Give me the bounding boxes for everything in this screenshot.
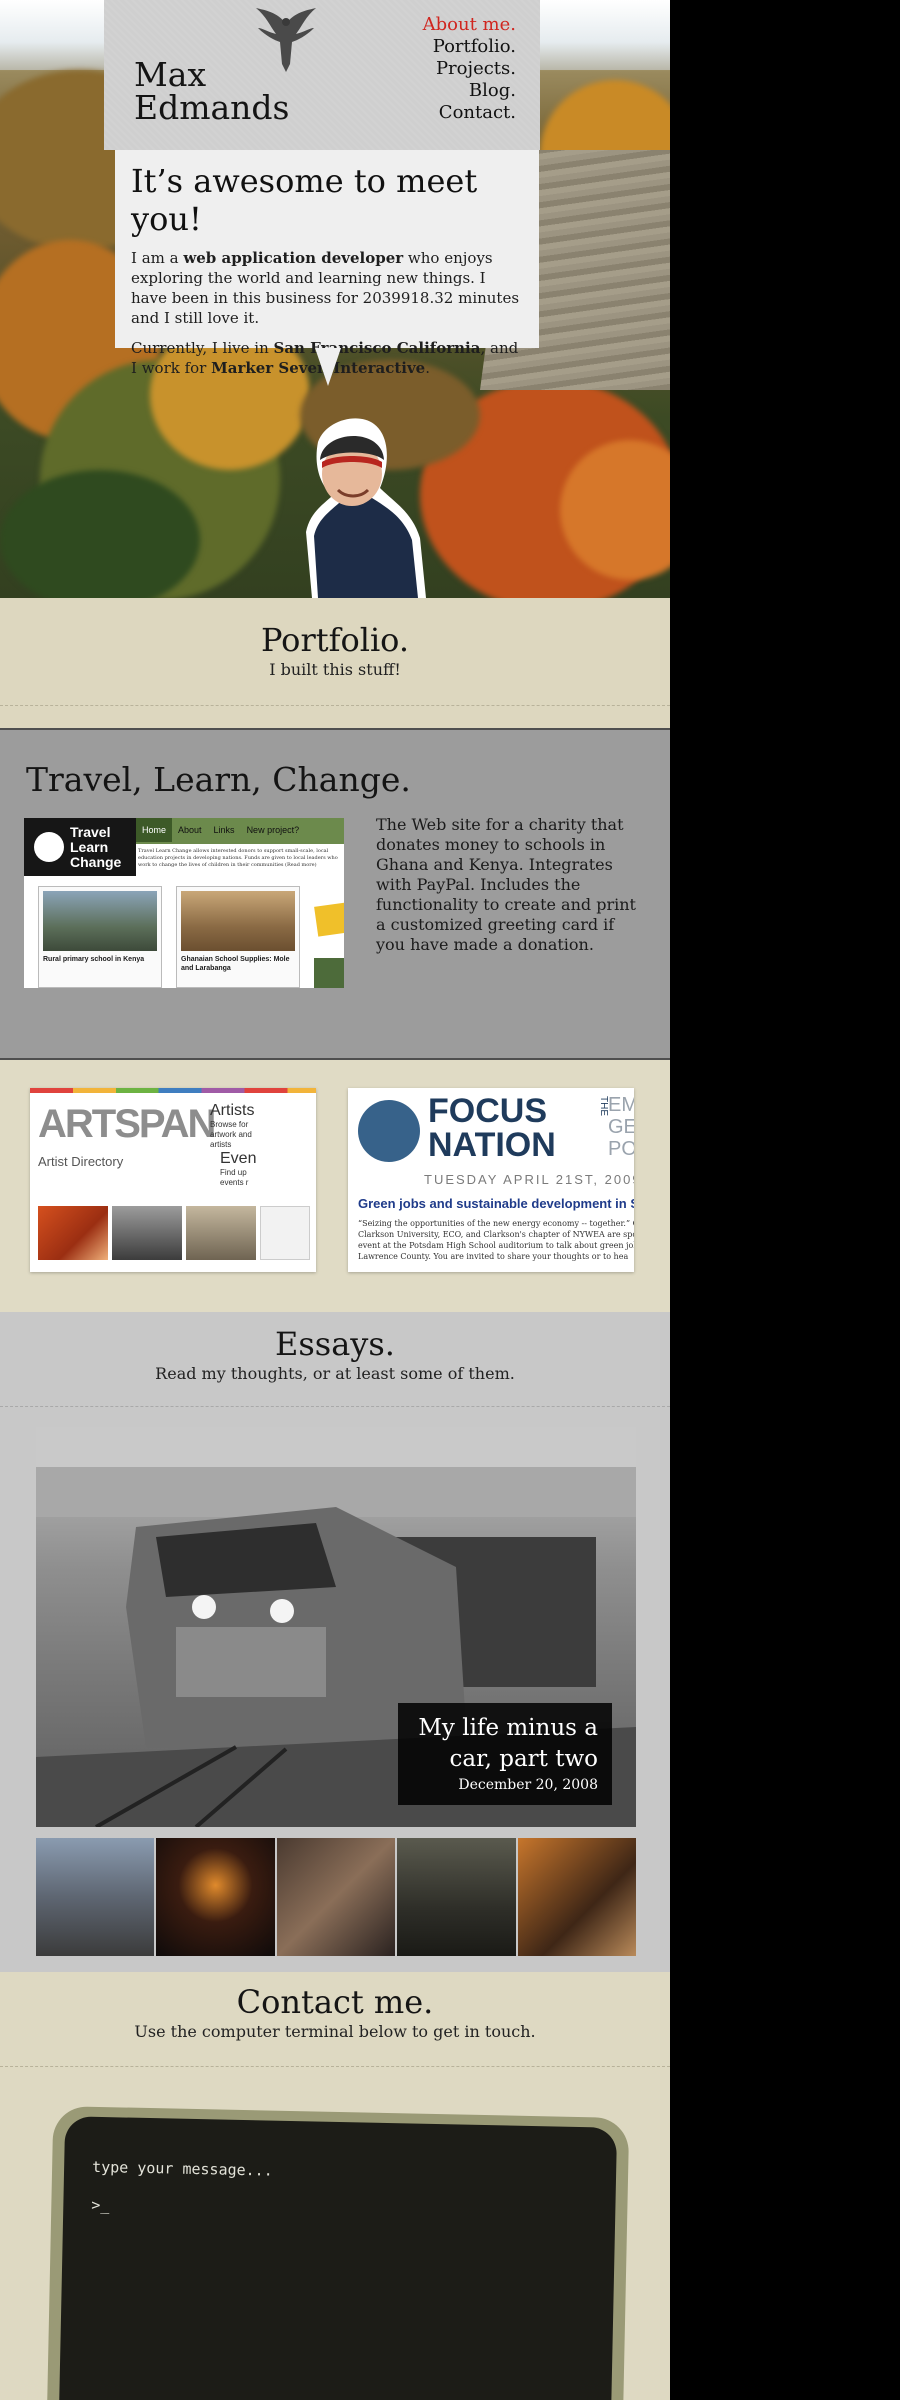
nav-projects[interactable]: Projects. xyxy=(423,58,516,80)
focus-date: TUESDAY APRIL 21ST, 2009 HA xyxy=(424,1172,634,1187)
artist-directory-label: Artist Directory xyxy=(38,1154,124,1169)
logo-line: NATION xyxy=(428,1126,556,1164)
tlc-nav-item: New project? xyxy=(246,825,300,835)
intro-emphasis: web application developer xyxy=(183,249,404,267)
site-name-line2: Edmands xyxy=(134,88,290,127)
project-description: The Web site for a charity that donates … xyxy=(376,815,636,954)
divider xyxy=(0,2066,670,2067)
tlc-card: Ghanaian School Supplies: Mole and Larab… xyxy=(176,886,300,988)
foliage xyxy=(0,470,200,598)
artspan-logo: ARTSPAN xyxy=(38,1102,216,1146)
logo-line: FOCUS xyxy=(428,1092,547,1130)
terminal-input[interactable]: >_ xyxy=(91,2195,587,2225)
site-name[interactable]: Max Edmands xyxy=(134,58,290,124)
featured-essay[interactable]: My life minus a car, part two December 2… xyxy=(36,1427,636,1827)
tlc-intro-text: Travel Learn Change allows interested do… xyxy=(138,848,338,868)
essay-thumb-night[interactable] xyxy=(156,1838,275,1956)
contact-section: Contact me. Use the computer terminal be… xyxy=(0,1972,670,2400)
intro-emphasis: San Francisco California xyxy=(273,339,481,357)
intro-text: Currently, I live in xyxy=(131,339,274,357)
link-label: Even xyxy=(220,1150,257,1167)
divider xyxy=(0,705,670,706)
focus-nation-project-thumb[interactable]: FOCUSNATION THE EMPO GENE POWE TUESDAY A… xyxy=(348,1088,634,1272)
focus-body: “Seizing the opportunities of the new en… xyxy=(358,1219,634,1261)
capitol-seal-icon xyxy=(358,1100,420,1162)
focus-headline: Green jobs and sustainable development i… xyxy=(358,1196,634,1211)
nav-blog[interactable]: Blog. xyxy=(423,80,516,102)
essay-thumb-yarn[interactable] xyxy=(276,1838,396,1956)
side-panel xyxy=(314,958,344,988)
globe-icon xyxy=(34,832,64,862)
hero-section: Max Edmands About me. Portfolio. Project… xyxy=(0,0,670,598)
featured-essay-date: December 20, 2008 xyxy=(458,1777,598,1793)
nav-about[interactable]: About me. xyxy=(423,14,516,36)
project-screenshot[interactable]: Travel Learn Change Home About Links New pr… xyxy=(24,818,344,988)
contact-title: Contact me. xyxy=(236,1983,434,2021)
essay-thumb-traffic[interactable] xyxy=(36,1838,155,1956)
essays-section: Essays. Read my thoughts, or at least so… xyxy=(0,1312,670,1972)
artwork-photo xyxy=(186,1206,256,1260)
nav-contact[interactable]: Contact. xyxy=(423,102,516,124)
classroom-photo xyxy=(181,891,295,951)
focus-nation-logo: FOCUS NATION xyxy=(428,1094,556,1162)
essay-thumb-laptop[interactable] xyxy=(517,1838,637,1956)
portfolio-subtitle: I built this stuff! xyxy=(269,660,401,679)
intro-heading: It’s awesome to meet you! xyxy=(131,162,478,238)
color-stripe xyxy=(30,1088,316,1093)
main-nav: About me. Portfolio. Projects. Blog. Con… xyxy=(423,14,516,124)
link-label: Artists xyxy=(210,1102,255,1119)
tlc-nav: Home About Links New project? xyxy=(136,818,344,844)
intro-bubble: It’s awesome to meet you! I am a web app… xyxy=(115,150,539,377)
project-title[interactable]: Travel, Learn, Change. xyxy=(26,760,411,799)
artspan-links: Artists Browse for artwork and artists Ev… xyxy=(210,1102,316,1188)
site-header: Max Edmands About me. Portfolio. Project… xyxy=(104,0,540,150)
essay-thumb-storm[interactable] xyxy=(397,1838,516,1956)
featured-essay-caption: My life minus a car, part two December 2… xyxy=(398,1703,612,1805)
artwork-photo xyxy=(112,1206,182,1260)
essays-title: Essays. xyxy=(275,1325,395,1363)
terminal-prompt: type your message... xyxy=(91,2157,273,2180)
project-thumbnails: ARTSPAN Artists Browse for artwork and ar… xyxy=(0,1060,670,1312)
speech-bubble-tail xyxy=(315,348,341,386)
search-panel xyxy=(260,1206,310,1260)
tlc-card-caption: Ghanaian School Supplies: Mole and Larab… xyxy=(181,956,290,972)
tlc-nav-item: About xyxy=(178,825,202,835)
featured-project: Travel, Learn, Change. Travel Learn Chan… xyxy=(0,728,670,1060)
artspan-link-artists: Artists Browse for artwork and artists xyxy=(210,1102,270,1150)
page: Max Edmands About me. Portfolio. Project… xyxy=(0,0,670,2400)
artspan-link-events: Even Find up events r xyxy=(220,1150,260,1188)
divider xyxy=(0,1406,670,1407)
tlc-nav-item: Links xyxy=(213,825,235,835)
essays-subtitle: Read my thoughts, or at least some of th… xyxy=(155,1364,515,1383)
intro-text: I am a xyxy=(131,249,184,267)
contact-terminal[interactable]: type your message... >_ xyxy=(58,2116,618,2400)
tlc-card: Rural primary school in Kenya xyxy=(38,886,162,988)
site-name-line1: Max xyxy=(134,55,207,94)
link-sub: Browse for artwork and artists xyxy=(210,1120,252,1149)
artwork-photo xyxy=(38,1206,108,1260)
classroom-photo xyxy=(43,891,157,951)
focus-side-text: EMPO GENE POWE xyxy=(608,1094,634,1160)
intro-text: . xyxy=(425,359,430,377)
featured-essay-title[interactable]: My life minus a car, part two xyxy=(408,1713,598,1775)
nav-portfolio[interactable]: Portfolio. xyxy=(423,36,516,58)
essay-thumbnails xyxy=(36,1838,637,1956)
artspan-project-thumb[interactable]: ARTSPAN Artists Browse for artwork and ar… xyxy=(30,1088,316,1272)
donate-badge xyxy=(314,901,344,937)
tlc-nav-item: Home xyxy=(136,818,173,842)
avatar-photo xyxy=(306,418,426,598)
portfolio-section-header: Portfolio. I built this stuff! xyxy=(0,598,670,728)
contact-subtitle: Use the computer terminal below to get i… xyxy=(134,2022,536,2041)
intro-paragraph-1: I am a web application developer who enj… xyxy=(131,248,523,328)
portfolio-title: Portfolio. xyxy=(260,621,410,659)
link-sub: Find up events r xyxy=(220,1168,249,1187)
tlc-card-caption: Rural primary school in Kenya xyxy=(43,956,145,963)
